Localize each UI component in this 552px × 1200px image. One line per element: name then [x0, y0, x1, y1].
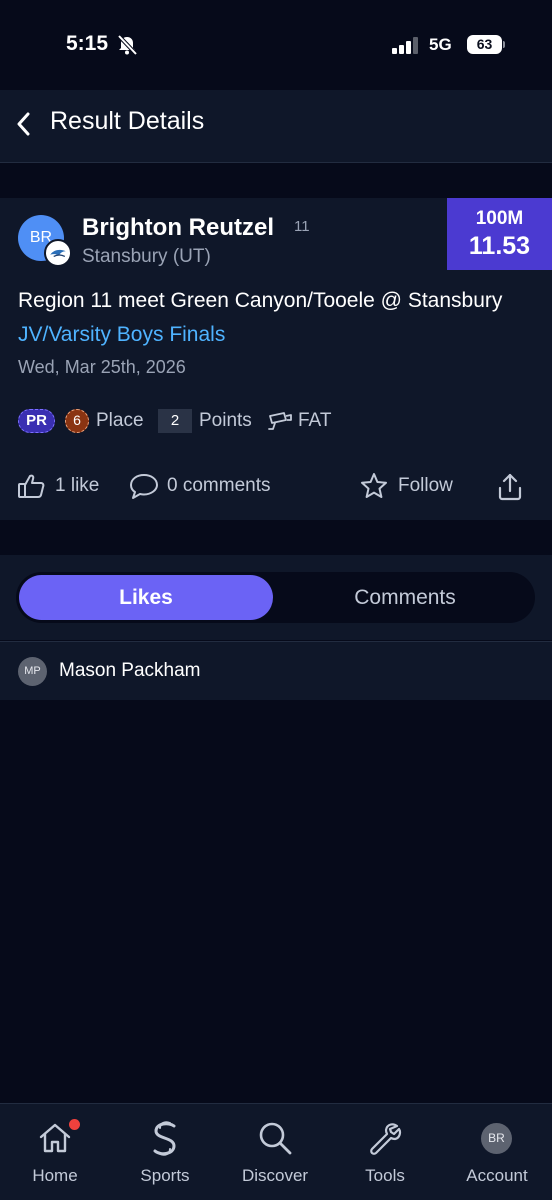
meet-division-link[interactable]: JV/Varsity Boys Finals: [18, 323, 225, 347]
like-button[interactable]: 1 like: [17, 470, 112, 504]
comment-button[interactable]: 0 comments: [129, 470, 289, 504]
search-icon: [259, 1122, 292, 1155]
result-mark-box: 100M 11.53: [447, 198, 552, 270]
action-bar: 1 like 0 comments Follow: [0, 470, 552, 504]
tab-likes[interactable]: Likes: [19, 575, 273, 620]
nav-tools[interactable]: Tools: [330, 1104, 440, 1200]
tab-comments[interactable]: Comments: [278, 575, 532, 620]
liker-name: Mason Packham: [59, 660, 201, 681]
place-label: Place: [96, 410, 144, 431]
meet-name[interactable]: Region 11 meet Green Canyon/Tooele @ Sta…: [18, 289, 538, 313]
back-chevron-icon[interactable]: [14, 110, 34, 138]
page-title: Result Details: [50, 107, 205, 135]
home-icon: [39, 1123, 71, 1153]
bottom-tab-bar: Home Sports Discover Tools BR Account: [0, 1103, 552, 1200]
notification-dot: [69, 1119, 80, 1130]
avatar: BR: [481, 1123, 512, 1154]
pr-badge: PR: [18, 409, 55, 433]
follow-label: Follow: [398, 475, 453, 496]
points-badge: 2: [158, 409, 192, 433]
screen: 5:15 5G 63 Result Details BR Brighton Re…: [0, 0, 552, 1200]
nav-discover[interactable]: Discover: [220, 1104, 330, 1200]
follow-button[interactable]: Follow: [360, 470, 470, 504]
like-count: 1 like: [55, 475, 100, 496]
network-type: 5G: [429, 35, 452, 54]
nav-home[interactable]: Home: [0, 1104, 110, 1200]
segmented-tabs: Likes Comments: [16, 572, 535, 623]
place-badge: 6: [65, 409, 89, 433]
comment-bubble-icon: [130, 474, 158, 499]
nav-sports-label: Sports: [140, 1166, 190, 1185]
wrench-icon: [370, 1123, 402, 1155]
battery-icon: 63: [467, 35, 505, 54]
cellular-signal-icon: [392, 37, 418, 54]
share-icon: [498, 473, 522, 501]
meet-date: Wed, Mar 25th, 2026: [18, 357, 186, 377]
result-mark: 11.53: [468, 232, 531, 260]
avatar: MP: [18, 657, 47, 686]
points-label: Points: [199, 410, 252, 431]
star-icon: [361, 473, 387, 498]
nav-account-label: Account: [466, 1166, 528, 1185]
nav-sports[interactable]: Sports: [110, 1104, 220, 1200]
battery-level: 63: [467, 35, 502, 54]
camera-timing-icon: [268, 412, 292, 430]
result-card: BR Brighton Reutzel 11 Stansbury (UT) 10…: [0, 198, 552, 520]
tabs-section: Likes Comments: [0, 555, 552, 640]
nav-account[interactable]: BR Account: [442, 1104, 552, 1200]
event-name: 100M: [475, 208, 524, 229]
sports-icon: [153, 1121, 176, 1156]
athlete-name[interactable]: Brighton Reutzel: [82, 214, 274, 242]
timing-label: FAT: [298, 410, 332, 431]
thumbs-up-icon: [18, 474, 45, 498]
battery-tip: [503, 41, 505, 48]
nav-tools-label: Tools: [365, 1166, 405, 1185]
share-button[interactable]: [496, 470, 526, 504]
likes-list: MP Mason Packham: [0, 641, 552, 700]
athlete-grade: 11: [294, 218, 310, 235]
status-time: 5:15: [66, 32, 109, 55]
athlete-school[interactable]: Stansbury (UT): [82, 246, 211, 268]
nav-home-label: Home: [32, 1166, 78, 1185]
nav-discover-label: Discover: [241, 1166, 309, 1185]
team-logo-icon: [44, 239, 72, 267]
header: Result Details: [0, 90, 552, 163]
status-bar: 5:15 5G 63: [0, 0, 552, 90]
comment-count: 0 comments: [167, 475, 271, 496]
bell-off-icon: [117, 34, 138, 56]
